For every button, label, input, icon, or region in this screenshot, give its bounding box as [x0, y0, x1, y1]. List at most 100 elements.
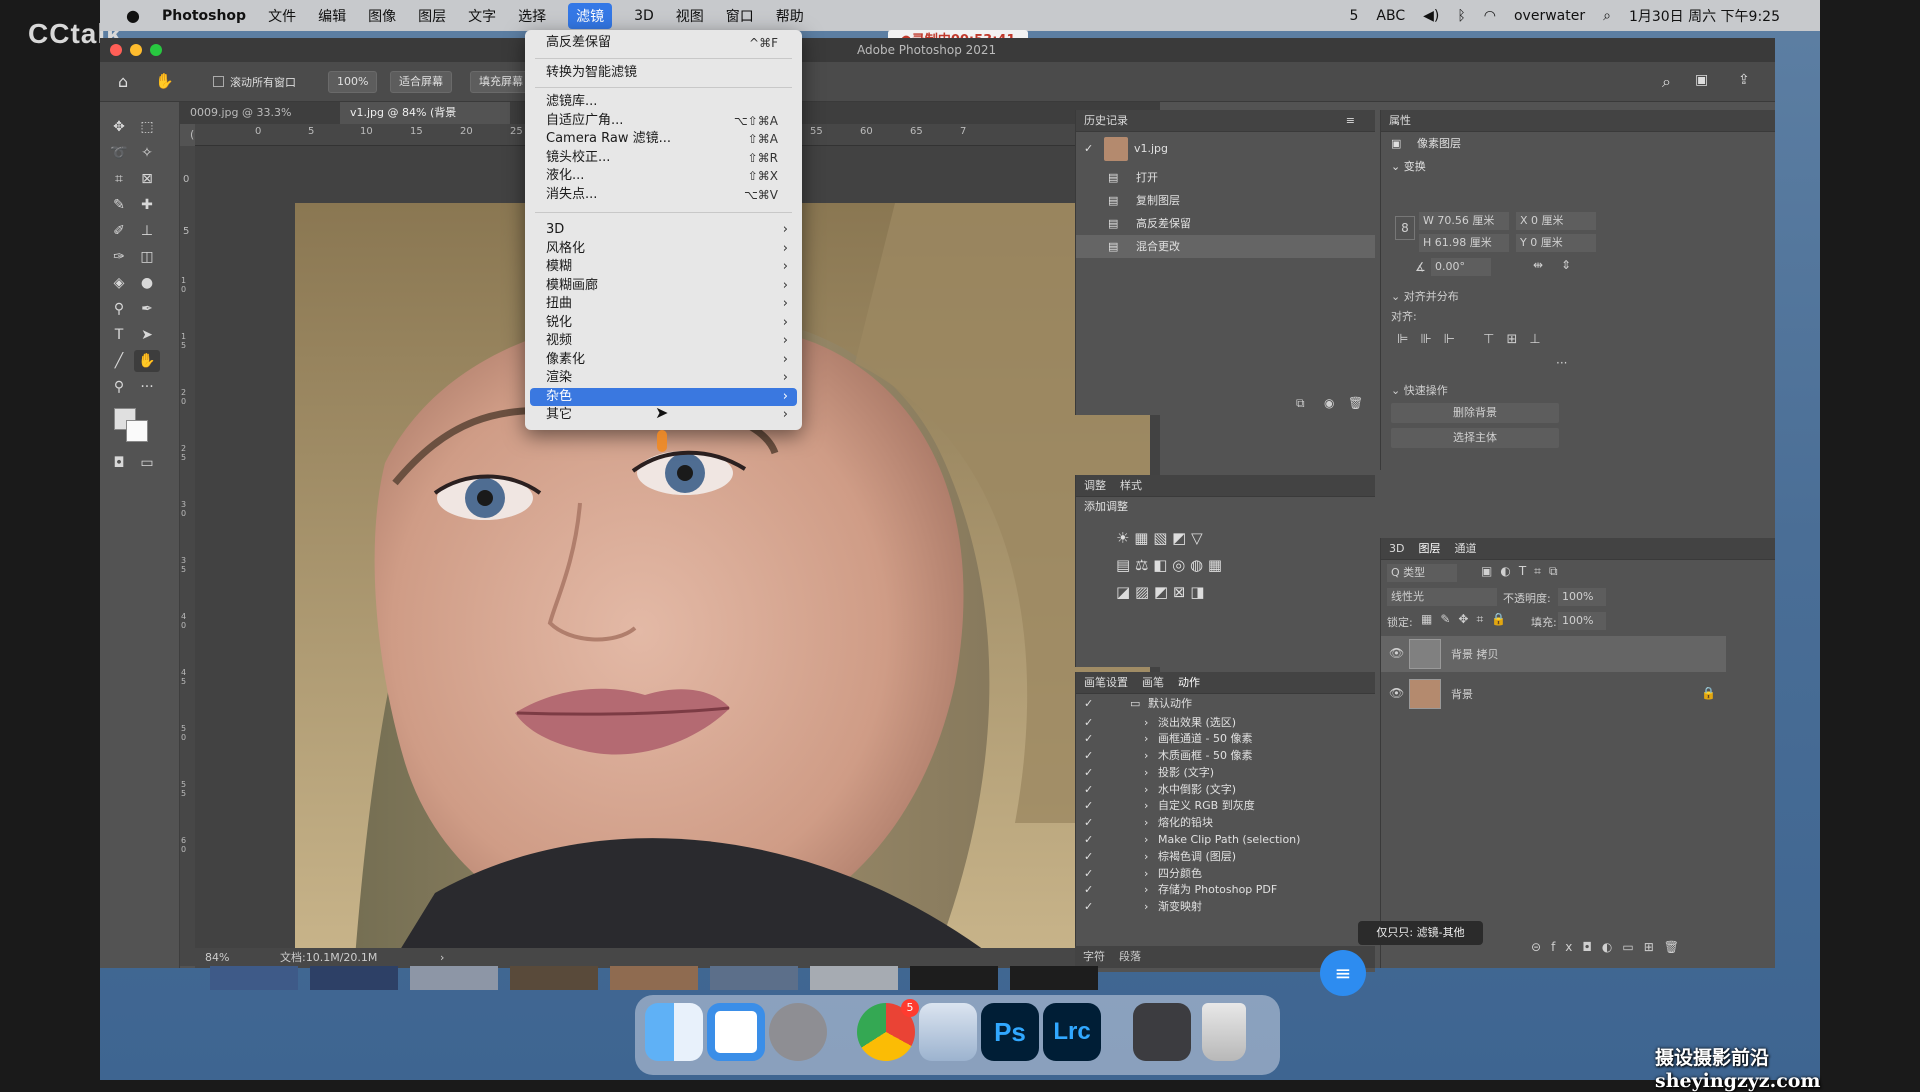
paint-bucket-tool-icon[interactable]: ◈ [106, 272, 132, 294]
fit-screen-button[interactable]: 适合屏幕 [390, 71, 452, 93]
eye-icon[interactable]: 👁 [1389, 646, 1404, 660]
submenu-item[interactable]: 模糊画廊 › [525, 277, 802, 296]
frame-tool-icon[interactable]: ⊠ [134, 168, 160, 190]
opacity-field[interactable]: 100% [1558, 588, 1606, 606]
filter-type-icon[interactable]: T [1519, 564, 1534, 578]
submenu-item[interactable]: 模糊 › [525, 258, 802, 277]
tab-3d[interactable]: 3D [1389, 542, 1404, 555]
brightness-icon[interactable]: ☀ [1116, 529, 1129, 547]
layer-row-selected[interactable]: 👁 背景 拷贝 [1381, 636, 1726, 672]
gradient-map-icon[interactable]: ◨ [1190, 583, 1204, 601]
zoom-100-button[interactable]: 100% [328, 71, 378, 93]
mask-icon[interactable]: ◘ [1582, 940, 1602, 954]
pen-tool-icon[interactable]: ✒ [134, 298, 160, 320]
tab-properties[interactable]: 属性 [1389, 114, 1411, 127]
doc-tab-0009[interactable]: 0009.jpg @ 33.3%(RGB/8*) * [180, 102, 340, 141]
height-field[interactable]: H 61.98 厘米 [1419, 234, 1509, 252]
exposure-icon[interactable]: ◩ [1172, 529, 1186, 547]
healing-tool-icon[interactable]: ✚ [134, 194, 160, 216]
chevron-right-icon[interactable]: › [1144, 798, 1148, 815]
action-check-icon[interactable]: ✓ [1084, 866, 1093, 883]
filter-smart-icon[interactable]: ⧉ [1549, 564, 1566, 578]
tab-styles[interactable]: 样式 [1120, 479, 1142, 492]
action-item[interactable]: ✓ › 木质画框 - 50 像素 [1076, 748, 1375, 765]
menu-edit[interactable]: 编辑 [318, 6, 346, 26]
thumbnail[interactable] [810, 966, 898, 990]
thumbnail[interactable] [710, 966, 798, 990]
minimize-window-icon[interactable] [130, 44, 142, 56]
safari-icon[interactable] [707, 1003, 765, 1061]
move-tool-icon[interactable]: ✥ [106, 116, 132, 138]
menu-view[interactable]: 视图 [676, 6, 704, 26]
crop-tool-icon[interactable]: ⌗ [106, 168, 132, 190]
threshold-icon[interactable]: ◩ [1154, 583, 1168, 601]
thumbnail[interactable] [310, 966, 398, 990]
action-item[interactable]: ✓ › 淡出效果 (选区) [1076, 715, 1375, 732]
menu-help[interactable]: 帮助 [776, 6, 804, 26]
filter-shape-icon[interactable]: ⌗ [1534, 564, 1549, 578]
action-item[interactable]: ✓ › 存储为 Photoshop PDF [1076, 882, 1375, 899]
lasso-tool-icon[interactable]: ➰ [106, 142, 132, 164]
action-check-icon[interactable]: ✓ [1084, 694, 1093, 715]
workspace-icon[interactable]: ▣ [1695, 72, 1708, 88]
close-window-icon[interactable] [110, 44, 122, 56]
quick-actions-title[interactable]: ⌄ 快速操作 [1391, 382, 1448, 398]
share-icon[interactable]: ⇪ [1738, 72, 1750, 88]
eyedropper-tool-icon[interactable]: ✎ [106, 194, 132, 216]
user-name[interactable]: overwater [1514, 8, 1585, 24]
y-field[interactable]: Y 0 厘米 [1516, 234, 1596, 252]
blend-mode-select[interactable]: 线性光 [1387, 588, 1497, 606]
lock-transparent-icon[interactable]: ▦ [1421, 612, 1440, 626]
type-tool-icon[interactable]: T [106, 324, 132, 346]
lock-position-icon[interactable]: ✥ [1458, 612, 1476, 626]
action-check-icon[interactable]: ✓ [1084, 782, 1093, 799]
action-item[interactable]: ✓ › 熔化的铅块 [1076, 815, 1375, 832]
menu-item-liquify[interactable]: 液化... ⇧⌘X [525, 167, 802, 186]
chevron-right-icon[interactable]: › [1144, 731, 1148, 748]
line-tool-icon[interactable]: ╱ [106, 350, 132, 372]
action-check-icon[interactable]: ✓ [1084, 849, 1093, 866]
finder-icon[interactable] [645, 1003, 703, 1061]
spotlight-icon[interactable]: ⌕ [1603, 8, 1611, 24]
hue-icon[interactable]: ▤ [1116, 556, 1130, 574]
more-tools-icon[interactable]: ··· [134, 376, 160, 398]
photoshop-icon[interactable]: Ps [981, 1003, 1039, 1061]
align-bottom-icon[interactable]: ⊥ [1529, 332, 1552, 347]
action-check-icon[interactable]: ✓ [1084, 715, 1093, 732]
action-item[interactable]: ✓ › 渐变映射 [1076, 899, 1375, 916]
link-layers-icon[interactable]: ⊝ [1531, 940, 1551, 954]
layer-row[interactable]: 👁 背景 🔒 [1381, 676, 1726, 712]
menu-select[interactable]: 选择 [518, 6, 546, 26]
fill-screen-button[interactable]: 填充屏幕 [470, 71, 532, 93]
chevron-right-icon[interactable]: › [1144, 782, 1148, 799]
menu-image[interactable]: 图像 [368, 6, 396, 26]
flip-vertical-icon[interactable]: ⇕ [1561, 258, 1571, 272]
fx-icon[interactable]: fx [1551, 940, 1582, 954]
tab-layers[interactable]: 图层 [1418, 542, 1440, 555]
volume-icon[interactable]: ◀) [1423, 8, 1439, 24]
more-options-icon[interactable]: ··· [1556, 356, 1567, 370]
wifi-icon[interactable]: ◠ [1484, 8, 1496, 24]
camera-icon[interactable]: ◉ [1324, 396, 1334, 410]
chevron-right-icon[interactable]: › [1144, 849, 1148, 866]
submenu-item[interactable]: 扭曲 › [525, 295, 802, 314]
status-count[interactable]: 5 [1349, 8, 1358, 24]
select-subject-button[interactable]: 选择主体 [1391, 428, 1559, 448]
align-center-icon[interactable]: ⊪ [1420, 332, 1443, 347]
history-brush-tool-icon[interactable]: ✑ [106, 246, 132, 268]
posterize-icon[interactable]: ▨ [1135, 583, 1149, 601]
datetime[interactable]: 1月30日 周六 下午9:25 [1629, 6, 1780, 26]
balance-icon[interactable]: ⚖ [1135, 556, 1148, 574]
chevron-right-icon[interactable]: › [1144, 899, 1148, 916]
action-check-icon[interactable]: ✓ [1084, 882, 1093, 899]
menu-item-vanishing-point[interactable]: 消失点... ⌥⌘V [525, 186, 802, 205]
angle-field[interactable]: 0.00° [1431, 258, 1491, 276]
submenu-item[interactable]: 像素化 › [525, 351, 802, 370]
screen-recorder-icon[interactable] [1133, 1003, 1191, 1061]
action-check-icon[interactable]: ✓ [1084, 815, 1093, 832]
chevron-right-icon[interactable]: › [1144, 882, 1148, 899]
history-state-selected[interactable]: ▤ 混合更改 [1076, 235, 1375, 258]
action-item[interactable]: ✓ › 水中倒影 (文字) [1076, 782, 1375, 799]
input-source[interactable]: ABC [1376, 8, 1405, 24]
menu-3d[interactable]: 3D [634, 8, 654, 24]
